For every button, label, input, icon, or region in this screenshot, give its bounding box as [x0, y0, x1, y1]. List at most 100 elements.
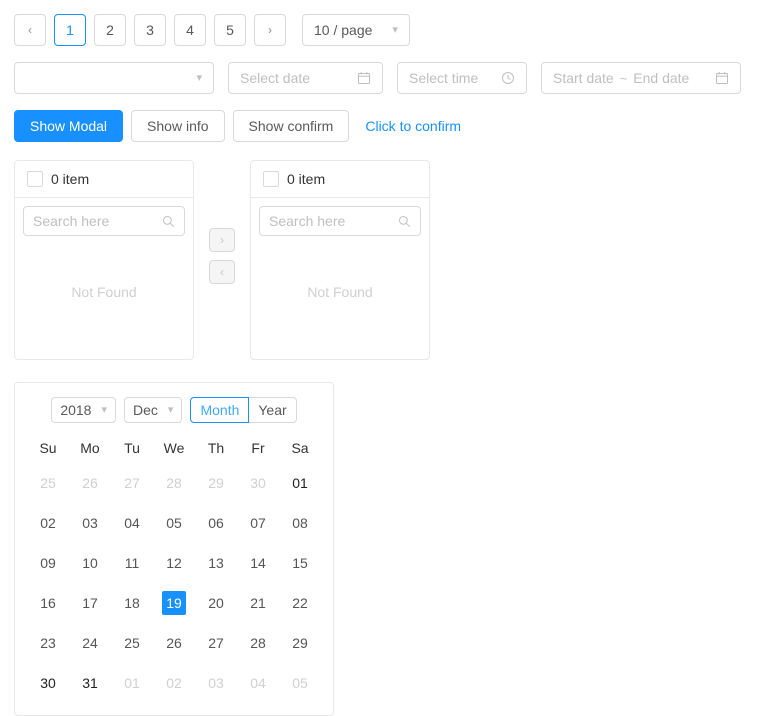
calendar-week-row: 09 10 11 12 13 14 15: [27, 543, 321, 583]
transfer-right-search-input[interactable]: Search here: [259, 206, 421, 236]
calendar-day[interactable]: 11: [120, 551, 144, 575]
calendar-panel: 2018 ▾ Dec ▾ Month Year Su Mo Tu We Th F…: [14, 382, 334, 716]
time-picker-placeholder: Select time: [409, 70, 479, 86]
calendar-day[interactable]: 22: [288, 591, 312, 615]
calendar-mode-toggle: Month Year: [190, 397, 297, 423]
calendar-mode-month-button[interactable]: Month: [190, 397, 250, 423]
pagination-prev-button[interactable]: ‹: [14, 14, 46, 46]
calendar-day[interactable]: 08: [288, 511, 312, 535]
calendar-day[interactable]: 30: [246, 471, 270, 495]
calendar-weekday: Mo: [80, 440, 100, 456]
calendar-day[interactable]: 18: [120, 591, 144, 615]
pagination-page-5[interactable]: 5: [214, 14, 246, 46]
chevron-down-icon: ▾: [167, 403, 174, 416]
transfer-left-header: 0 item: [15, 161, 193, 198]
calendar-day[interactable]: 03: [204, 671, 228, 695]
transfer-to-left-button[interactable]: ‹: [209, 260, 235, 284]
calendar-header: 2018 ▾ Dec ▾ Month Year: [27, 391, 321, 433]
calendar-day[interactable]: 28: [162, 471, 186, 495]
calendar-day[interactable]: 14: [246, 551, 270, 575]
calendar-week-row: 25 26 27 28 29 30 01: [27, 463, 321, 503]
calendar-day[interactable]: 04: [120, 511, 144, 535]
transfer-right-select-all-checkbox[interactable]: [263, 171, 279, 187]
range-separator: ~: [619, 70, 628, 86]
calendar-day[interactable]: 02: [162, 671, 186, 695]
click-to-confirm-link[interactable]: Click to confirm: [365, 118, 461, 134]
calendar-week-row: 30 31 01 02 03 04 05: [27, 663, 321, 703]
calendar-day[interactable]: 28: [246, 631, 270, 655]
calendar-day[interactable]: 27: [204, 631, 228, 655]
page-size-label: 10 / page: [314, 22, 373, 38]
pagination-page-2[interactable]: 2: [94, 14, 126, 46]
calendar-day[interactable]: 06: [204, 511, 228, 535]
pagination-page-3[interactable]: 3: [134, 14, 166, 46]
transfer-right-search-placeholder: Search here: [269, 213, 346, 229]
calendar-day[interactable]: 01: [288, 471, 312, 495]
calendar-week-row: 02 03 04 05 06 07 08: [27, 503, 321, 543]
calendar-day[interactable]: 29: [204, 471, 228, 495]
show-modal-button[interactable]: Show Modal: [14, 110, 124, 142]
calendar-day[interactable]: 25: [36, 471, 60, 495]
transfer-to-right-button[interactable]: ›: [209, 228, 235, 252]
page-size-select[interactable]: 10 / page ▾: [302, 14, 410, 46]
calendar-mode-year-button[interactable]: Year: [249, 397, 297, 423]
calendar-day[interactable]: 07: [246, 511, 270, 535]
calendar-day[interactable]: 10: [78, 551, 102, 575]
calendar-day-selected[interactable]: 19: [162, 591, 186, 615]
calendar-weekday: Th: [207, 440, 225, 456]
calendar-day[interactable]: 30: [36, 671, 60, 695]
chevron-down-icon: ▾: [196, 71, 202, 84]
range-end-placeholder: End date: [633, 70, 690, 86]
calendar-day[interactable]: 02: [36, 511, 60, 535]
calendar-day[interactable]: 26: [162, 631, 186, 655]
calendar-day[interactable]: 20: [204, 591, 228, 615]
calendar-day[interactable]: 16: [36, 591, 60, 615]
transfer-right-empty-text: Not Found: [307, 284, 373, 300]
calendar-day[interactable]: 31: [78, 671, 102, 695]
calendar-day[interactable]: 12: [162, 551, 186, 575]
range-start-placeholder: Start date: [553, 70, 614, 86]
search-icon[interactable]: [398, 215, 411, 228]
show-info-button[interactable]: Show info: [131, 110, 225, 142]
calendar-day[interactable]: 21: [246, 591, 270, 615]
calendar-month-select[interactable]: Dec ▾: [124, 397, 183, 423]
calendar-day[interactable]: 03: [78, 511, 102, 535]
transfer-left-search-input[interactable]: Search here: [23, 206, 185, 236]
calendar-icon: [357, 71, 371, 85]
time-picker-input[interactable]: Select time: [397, 62, 527, 94]
calendar-year-value: 2018: [60, 402, 92, 418]
calendar-day[interactable]: 09: [36, 551, 60, 575]
calendar-year-select[interactable]: 2018 ▾: [51, 397, 117, 423]
generic-select[interactable]: ▾: [14, 62, 214, 94]
search-icon[interactable]: [162, 215, 175, 228]
transfer-left-select-all-checkbox[interactable]: [27, 171, 43, 187]
show-confirm-button[interactable]: Show confirm: [232, 110, 350, 142]
calendar-day[interactable]: 15: [288, 551, 312, 575]
calendar-day[interactable]: 29: [288, 631, 312, 655]
transfer-operations: › ‹: [194, 160, 250, 284]
calendar-day[interactable]: 26: [78, 471, 102, 495]
calendar-weekday: Fr: [251, 440, 265, 456]
calendar-day[interactable]: 04: [246, 671, 270, 695]
pagination: ‹ 1 2 3 4 5 › 10 / page ▾: [0, 0, 760, 46]
date-picker-input[interactable]: Select date: [228, 62, 383, 94]
calendar-day[interactable]: 24: [78, 631, 102, 655]
chevron-down-icon: ▾: [101, 403, 108, 416]
date-range-picker-input[interactable]: Start date ~ End date: [541, 62, 741, 94]
calendar-weekday: Sa: [291, 440, 309, 456]
calendar-day[interactable]: 27: [120, 471, 144, 495]
calendar-day[interactable]: 23: [36, 631, 60, 655]
transfer-right-header: 0 item: [251, 161, 429, 198]
calendar-day[interactable]: 01: [120, 671, 144, 695]
pagination-page-1[interactable]: 1: [54, 14, 86, 46]
transfer-left-count: 0 item: [51, 171, 90, 187]
calendar-day[interactable]: 25: [120, 631, 144, 655]
calendar-day[interactable]: 17: [78, 591, 102, 615]
calendar-day[interactable]: 13: [204, 551, 228, 575]
calendar-week-row: 16 17 18 19 20 21 22: [27, 583, 321, 623]
pagination-next-button[interactable]: ›: [254, 14, 286, 46]
pagination-page-4[interactable]: 4: [174, 14, 206, 46]
calendar-day[interactable]: 05: [288, 671, 312, 695]
calendar-day[interactable]: 05: [162, 511, 186, 535]
transfer-right-search-wrap: Search here: [251, 198, 429, 236]
